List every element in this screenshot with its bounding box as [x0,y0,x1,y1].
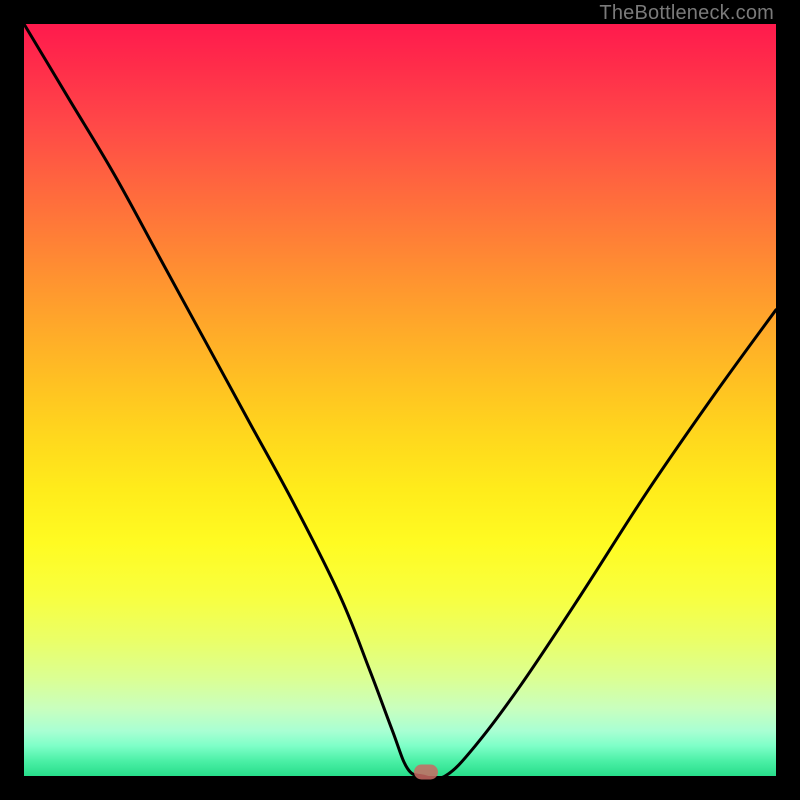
watermark-text: TheBottleneck.com [599,2,774,25]
bottleneck-curve [24,24,776,776]
optimal-point-marker [414,765,438,780]
chart-frame: TheBottleneck.com [0,0,800,800]
plot-area [24,24,776,776]
